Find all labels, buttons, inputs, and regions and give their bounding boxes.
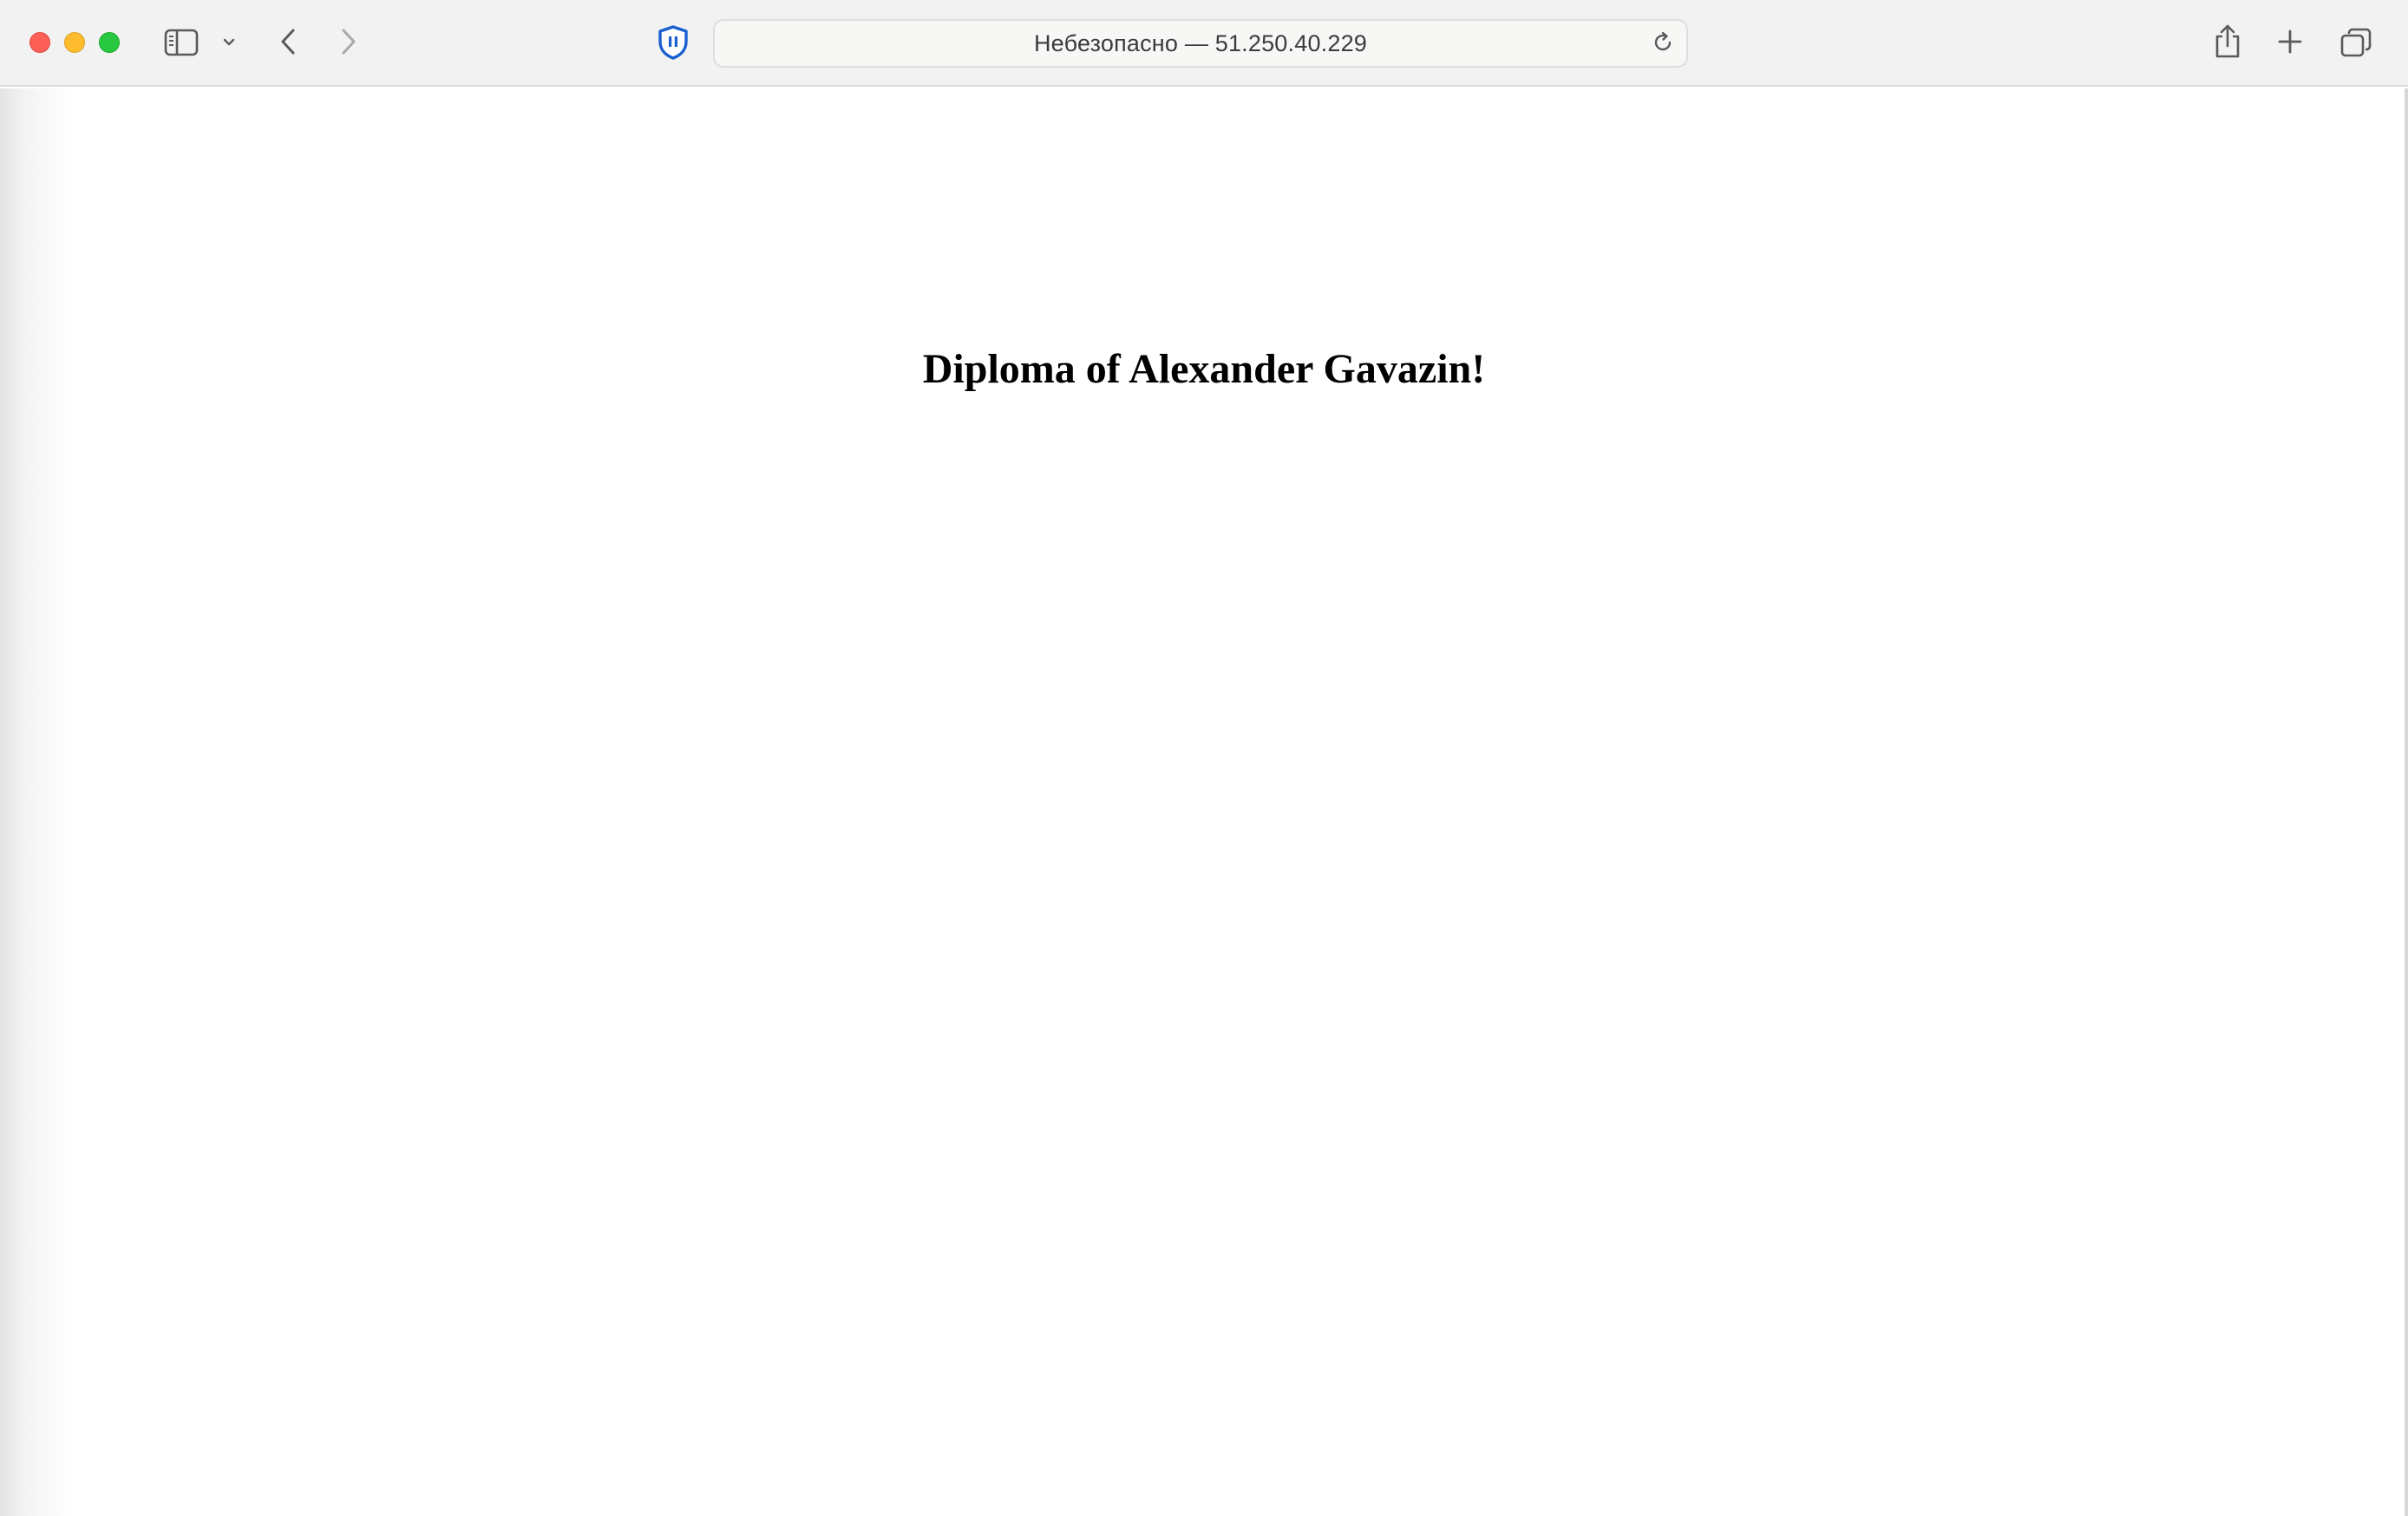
minimize-window-button[interactable] xyxy=(64,32,85,53)
zoom-window-button[interactable] xyxy=(99,32,120,53)
forward-button[interactable] xyxy=(335,24,363,59)
shield-icon xyxy=(657,24,690,61)
reload-icon xyxy=(1651,30,1675,59)
page-content: Diploma of Alexander Gavazin! xyxy=(0,88,2408,1516)
privacy-extension-button[interactable] xyxy=(654,23,692,62)
new-tab-button[interactable] xyxy=(2273,24,2307,59)
back-arrow-icon xyxy=(278,27,298,56)
chevron-down-icon xyxy=(222,37,236,48)
sidebar-icon xyxy=(164,29,199,56)
window-edge xyxy=(2405,88,2408,1516)
forward-arrow-icon xyxy=(339,27,358,56)
plus-icon xyxy=(2277,29,2303,55)
tabs-overview-icon xyxy=(2339,27,2372,58)
reload-button[interactable] xyxy=(1648,29,1678,59)
browser-window: Небезопасно — 51.250.40.229 Diploma of A… xyxy=(0,0,2408,1516)
address-text: Небезопасно — 51.250.40.229 xyxy=(1033,29,1368,56)
share-icon xyxy=(2213,23,2242,60)
back-button[interactable] xyxy=(274,24,302,59)
sidebar-toggle-button[interactable] xyxy=(161,24,201,61)
browser-toolbar: Небезопасно — 51.250.40.229 xyxy=(0,0,2408,87)
sidebar-menu-button[interactable] xyxy=(219,31,239,54)
tab-overview-button[interactable] xyxy=(2337,24,2375,61)
address-bar[interactable]: Небезопасно — 51.250.40.229 xyxy=(713,19,1688,68)
share-button[interactable] xyxy=(2210,21,2245,62)
close-window-button[interactable] xyxy=(29,32,50,53)
page-heading: Diploma of Alexander Gavazin! xyxy=(922,346,1486,392)
sidebar-shadow xyxy=(0,88,69,1516)
